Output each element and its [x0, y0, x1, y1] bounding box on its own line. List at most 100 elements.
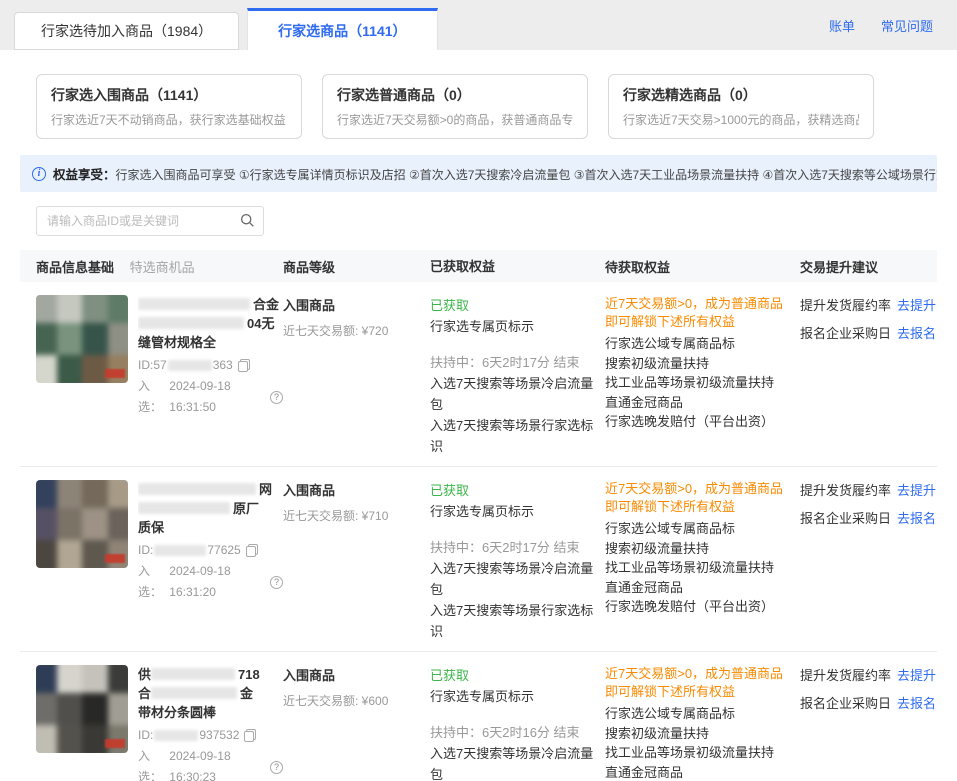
pending-benefit-item: 直通金冠商品 [605, 393, 790, 413]
support-timer-line: 扶持中：6天2时16分 结束 [430, 722, 595, 743]
level-cell: 入围商品 近七天交易额: ¥720 [283, 295, 430, 457]
tabs: 行家选待加入商品（1984） 行家选商品（1141） [14, 0, 438, 50]
product-thumbnail[interactable] [36, 295, 128, 383]
banner-bold-label: 权益享受： [53, 168, 116, 182]
suggestion-cell: 提升发货履约率去提升 报名企业采购日去报名 [800, 665, 937, 781]
support-benefit-item: 入选7天搜索等场景行家选标识 [430, 415, 595, 457]
pending-headline: 近7天交易额>0，成为普通商品即可解锁下述所有权益 [605, 480, 790, 516]
search-input[interactable] [36, 206, 264, 236]
pending-benefit-item: 行家选晚发赔付（平台出资） [605, 412, 790, 432]
top-tab-bar: 行家选待加入商品（1984） 行家选商品（1141） 账单 常见问题 [0, 0, 957, 50]
copy-icon[interactable] [244, 729, 256, 742]
acquired-status: 已获取 [430, 480, 595, 501]
support-benefits-list: 入选7天搜索等场景冷启流量包入选7天搜索等场景行家选标识 [430, 373, 595, 457]
pending-benefits-cell: 近7天交易额>0，成为普通商品即可解锁下述所有权益 行家选公域专属商品标搜索初级… [605, 295, 800, 457]
acquired-benefits-cell: 已获取 行家选专属页标示 扶持中：6天2时17分 结束 入选7天搜索等场景冷启流… [430, 295, 605, 457]
faq-link[interactable]: 常见问题 [881, 16, 933, 35]
question-icon[interactable]: ? [270, 391, 283, 404]
card-featured-products[interactable]: 行家选精选商品（0） 行家选近7天交易>1000元的商品，获精选商品专属权益 [608, 74, 874, 139]
acquired-benefit-item: 行家选专属页标示 [430, 686, 595, 707]
product-level: 入围商品 [283, 480, 430, 499]
go-signup-link[interactable]: 去报名 [897, 326, 936, 341]
product-image [36, 295, 128, 383]
card-desc: 行家选近7天交易额>0的商品，获普通商品专属权益 [337, 111, 573, 128]
selected-time-line: 入选：2024-09-18 16:30:23 ? [138, 746, 283, 781]
card-normal-products[interactable]: 行家选普通商品（0） 行家选近7天交易额>0的商品，获普通商品专属权益 [322, 74, 588, 139]
go-improve-link[interactable]: 去提升 [897, 668, 936, 683]
pending-benefit-item: 搜索初级流量扶持 [605, 539, 790, 559]
banner-text: 权益享受：行家选入围商品可享受 ①行家选专属详情页标识及店招 ②首次入选7天搜索… [53, 164, 937, 183]
support-benefit-item: 入选7天搜索等场景冷启流量包 [430, 743, 595, 781]
copy-icon[interactable] [246, 544, 258, 557]
suggestion-line: 报名企业采购日去报名 [800, 323, 937, 342]
product-title[interactable]: 网原厂质保 [138, 480, 283, 537]
tab-pending-products[interactable]: 行家选待加入商品（1984） [14, 12, 239, 50]
go-signup-link[interactable]: 去报名 [897, 696, 936, 711]
support-benefits-list: 入选7天搜索等场景冷启流量包入选7天搜索等场景行家选标识 [430, 558, 595, 642]
level-cell: 入围商品 近七天交易额: ¥710 [283, 480, 430, 642]
product-thumbnail[interactable] [36, 665, 128, 753]
pending-headline: 近7天交易额>0，成为普通商品即可解锁下述所有权益 [605, 295, 790, 331]
acquired-status: 已获取 [430, 295, 595, 316]
product-id-line: ID: 937532 [138, 725, 283, 746]
go-improve-link[interactable]: 去提升 [897, 298, 936, 313]
table-row: 供718合金带材分条圆棒 ID: 937532 入选：2024-09-18 16… [20, 652, 937, 781]
search-box [36, 206, 264, 236]
support-benefit-item: 入选7天搜索等场景冷启流量包 [430, 558, 595, 600]
question-icon[interactable]: ? [270, 761, 283, 774]
level-cell: 入围商品 近七天交易额: ¥600 [283, 665, 430, 781]
support-timer-line: 扶持中：6天2时17分 结束 [430, 352, 595, 373]
pending-benefit-item: 直通金冠商品 [605, 578, 790, 598]
product-info-cell: 网原厂质保 ID: 77625 入选：2024-09-18 16:31:20 ? [36, 480, 283, 642]
billing-link[interactable]: 账单 [829, 16, 855, 35]
product-image [36, 480, 128, 568]
acquired-benefits-cell: 已获取 行家选专属页标示 扶持中：6天2时17分 结束 入选7天搜索等场景冷启流… [430, 480, 605, 642]
pending-benefit-item: 行家选公域专属商品标 [605, 704, 790, 724]
pending-benefits-list: 行家选公域专属商品标搜索初级流量扶持找工业品等场景初级流量扶持直通金冠商品行家选… [605, 704, 790, 781]
header-product-info: 商品信息基础 特选商机品 [36, 257, 283, 276]
product-details: 网原厂质保 ID: 77625 入选：2024-09-18 16:31:20 ? [138, 480, 283, 642]
tab-selected-products[interactable]: 行家选商品（1141） [247, 8, 437, 50]
support-timer-line: 扶持中：6天2时17分 结束 [430, 537, 595, 558]
product-details: 合金04无缝管材规格全 ID: 57363 入选：2024-09-18 16:3… [138, 295, 283, 457]
search-icon[interactable] [240, 213, 255, 233]
card-title: 行家选普通商品（0） [337, 85, 573, 105]
table-header: 商品信息基础 特选商机品 商品等级 已获取权益 待获取权益 交易提升建议 [20, 250, 937, 282]
pending-benefits-cell: 近7天交易额>0，成为普通商品即可解锁下述所有权益 行家选公域专属商品标搜索初级… [605, 665, 800, 781]
product-id-line: ID: 57363 [138, 355, 283, 376]
copy-icon[interactable] [238, 359, 250, 372]
header-product-secondary[interactable]: 特选商机品 [130, 260, 195, 275]
suggestion-line: 提升发货履约率去提升 [800, 295, 937, 314]
product-thumbnail[interactable] [36, 480, 128, 568]
card-shortlisted-products[interactable]: 行家选入围商品（1141） 行家选近7天不动销商品，获行家选基础权益 [36, 74, 302, 139]
pending-benefits-list: 行家选公域专属商品标搜索初级流量扶持找工业品等场景初级流量扶持直通金冠商品行家选… [605, 519, 790, 617]
go-improve-link[interactable]: 去提升 [897, 483, 936, 498]
pending-benefit-item: 行家选公域专属商品标 [605, 519, 790, 539]
card-desc: 行家选近7天交易>1000元的商品，获精选商品专属权益 [623, 111, 859, 128]
suggestion-line: 提升发货履约率去提升 [800, 665, 937, 684]
tab-selected-label: 行家选商品（1141） [278, 21, 406, 41]
product-info-cell: 合金04无缝管材规格全 ID: 57363 入选：2024-09-18 16:3… [36, 295, 283, 457]
pending-benefit-item: 行家选晚发赔付（平台出资） [605, 597, 790, 617]
card-title: 行家选精选商品（0） [623, 85, 859, 105]
question-icon[interactable]: ? [270, 576, 283, 589]
product-title[interactable]: 合金04无缝管材规格全 [138, 295, 283, 352]
header-acquired: 已获取权益 [430, 256, 605, 277]
product-details: 供718合金带材分条圆棒 ID: 937532 入选：2024-09-18 16… [138, 665, 283, 781]
product-title[interactable]: 供718合金带材分条圆棒 [138, 665, 283, 722]
benefit-banner: i 权益享受：行家选入围商品可享受 ①行家选专属详情页标识及店招 ②首次入选7天… [20, 155, 937, 192]
acquired-benefit-item: 行家选专属页标示 [430, 316, 595, 337]
product-image [36, 665, 128, 753]
product-table-body: 合金04无缝管材规格全 ID: 57363 入选：2024-09-18 16:3… [20, 282, 937, 781]
header-pending: 待获取权益 [605, 257, 800, 276]
card-desc: 行家选近7天不动销商品，获行家选基础权益 [51, 111, 287, 128]
gmv-line: 近七天交易额: ¥720 [283, 322, 430, 339]
acquired-status: 已获取 [430, 665, 595, 686]
suggestion-line: 报名企业采购日去报名 [800, 508, 937, 527]
summary-cards: 行家选入围商品（1141） 行家选近7天不动销商品，获行家选基础权益 行家选普通… [36, 74, 937, 139]
product-table: 商品信息基础 特选商机品 商品等级 已获取权益 待获取权益 交易提升建议 合金0… [20, 250, 937, 781]
acquired-benefit-item: 行家选专属页标示 [430, 501, 595, 522]
go-signup-link[interactable]: 去报名 [897, 511, 936, 526]
product-id-line: ID: 77625 [138, 540, 283, 561]
support-benefit-item: 入选7天搜索等场景行家选标识 [430, 600, 595, 642]
